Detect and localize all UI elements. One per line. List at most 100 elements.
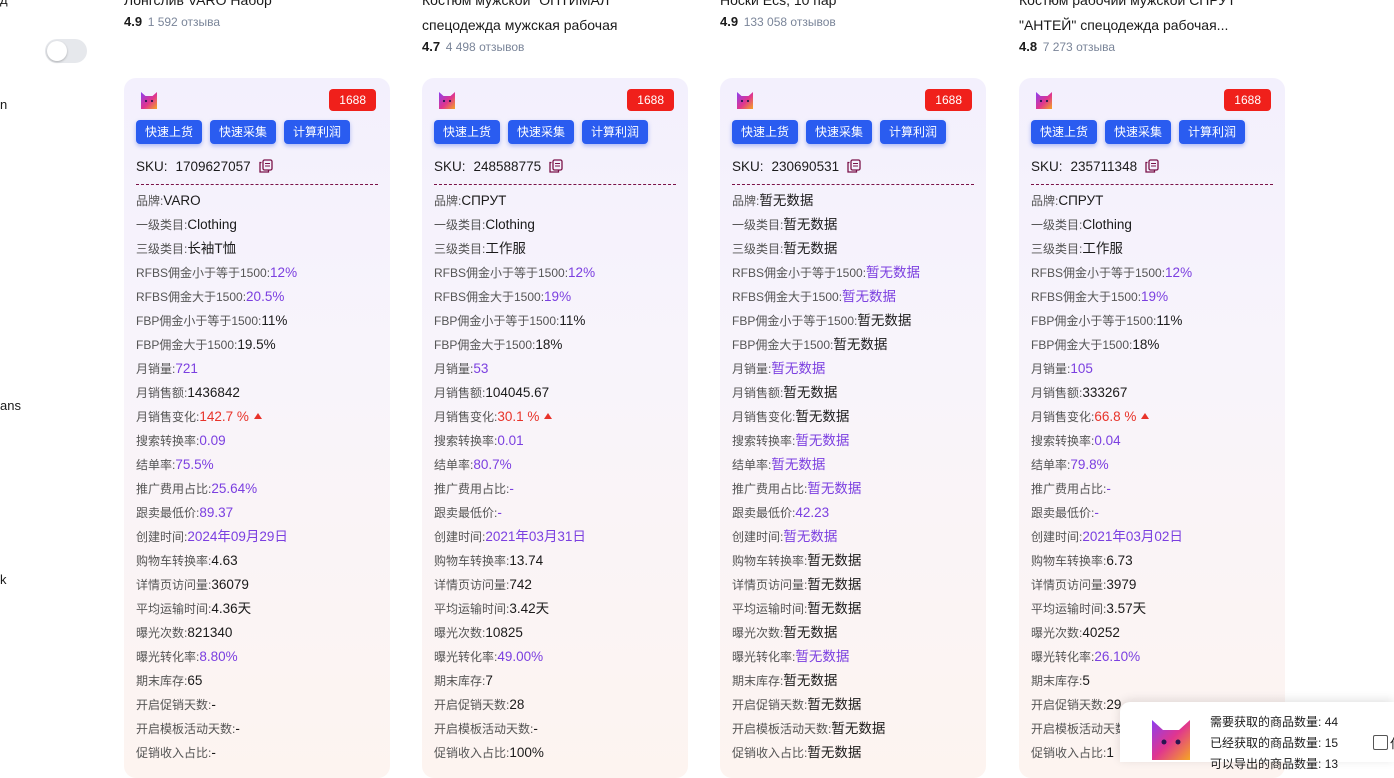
metric-row: 搜索转换率:暂无数据 — [732, 430, 978, 454]
metric-row: 月销量:暂无数据 — [732, 358, 978, 382]
metric-row: 搜索转换率:0.09 — [136, 430, 382, 454]
metric-row: 购物车转换率:4.63 — [136, 550, 382, 574]
metric-value: 19% — [1141, 289, 1169, 304]
quick-upload-button[interactable]: 快速上货 — [1031, 120, 1098, 144]
copy-icon[interactable] — [258, 159, 273, 173]
metric-label: 月销售变化: — [136, 410, 200, 424]
source-1688-badge[interactable]: 1688 — [925, 89, 972, 111]
fetch-stats: 需要获取的商品数量: 44 已经获取的商品数量: 15 可以导出的商品数量: 1… — [1210, 712, 1338, 775]
sidebar-toggle-switch[interactable] — [45, 39, 87, 63]
review-count[interactable]: 133 058 отзывов — [744, 15, 836, 29]
metric-value: 0.04 — [1094, 433, 1121, 448]
metric-row: 平均运输时间:4.36天 — [136, 598, 382, 622]
got-count-row: 已经获取的商品数量: 15 — [1210, 733, 1338, 754]
metric-label: 开启促销天数: — [1031, 698, 1107, 712]
copy-icon[interactable] — [549, 159, 563, 173]
metric-label: FBP佣金小于等于1500: — [1031, 314, 1157, 328]
product-title[interactable]: Костюм мужской "ОПТИМАЛ" спецодежда мужс… — [422, 0, 692, 38]
review-count[interactable]: 1 592 отзыва — [148, 15, 220, 29]
filter-checkbox-label[interactable]: 仅 — [1390, 733, 1394, 752]
metric-value: 2024年09月29日 — [187, 529, 288, 544]
quick-collect-button[interactable]: 快速采集 — [1105, 120, 1172, 144]
metric-label: 月销售变化: — [732, 410, 796, 424]
quick-collect-button[interactable]: 快速采集 — [806, 120, 873, 144]
quick-collect-button[interactable]: 快速采集 — [508, 120, 575, 144]
metric-row: 结单率:80.7% — [434, 454, 680, 478]
metric-value: 42.23 — [795, 505, 830, 520]
metric-label: 开启模板活动天数: — [434, 722, 534, 736]
metric-label: RFBS佣金大于1500: — [732, 290, 843, 304]
metric-row: FBP佣金小于等于1500:11% — [1031, 310, 1277, 334]
metric-label: RFBS佣金小于等于1500: — [1031, 266, 1166, 280]
sidebar-fragment[interactable]: k — [0, 572, 7, 587]
metric-row: 曝光转化率:26.10% — [1031, 646, 1277, 670]
calc-profit-button[interactable]: 计算利润 — [582, 120, 649, 144]
metric-label: FBP佣金小于等于1500: — [136, 314, 262, 328]
sidebar-fragment[interactable]: д — [0, 0, 8, 7]
metric-label: 推广费用占比: — [732, 482, 808, 496]
metric-label: 曝光转化率: — [732, 650, 796, 664]
metric-row: 结单率:79.8% — [1031, 454, 1277, 478]
metric-label: RFBS佣金小于等于1500: — [732, 266, 867, 280]
review-count[interactable]: 7 273 отзыва — [1043, 40, 1115, 54]
sidebar-fragment[interactable]: ans — [0, 398, 21, 413]
metric-value: 333267 — [1082, 385, 1128, 400]
metric-row: FBP佣金大于1500:18% — [1031, 334, 1277, 358]
fetch-progress-panel: 需要获取的商品数量: 44 已经获取的商品数量: 15 可以导出的商品数量: 1… — [1120, 702, 1394, 771]
metric-row: 三级类目:工作服 — [1031, 238, 1277, 262]
metric-row: 促销收入占比:- — [136, 742, 382, 766]
metric-label: FBP佣金小于等于1500: — [732, 314, 858, 328]
product-rating: 4.9 1 592 отзыва — [124, 14, 394, 29]
metric-row: 品牌:暂无数据 — [732, 190, 978, 214]
source-1688-badge[interactable]: 1688 — [329, 89, 376, 111]
metric-label: 搜索转换率: — [732, 434, 796, 448]
calc-profit-button[interactable]: 计算利润 — [284, 120, 351, 144]
metric-value: 暂无数据 — [771, 457, 826, 472]
quick-upload-button[interactable]: 快速上货 — [434, 120, 501, 144]
copy-icon[interactable] — [847, 159, 861, 173]
metric-label: 期末库存: — [136, 674, 188, 688]
metric-label: 详情页访问量: — [1031, 578, 1107, 592]
metric-value: 暂无数据 — [831, 721, 886, 736]
metric-value: 暂无数据 — [783, 673, 838, 688]
calc-profit-button[interactable]: 计算利润 — [880, 120, 947, 144]
product-header: Лонгслив VARO Набор 4.9 1 592 отзыва — [124, 0, 394, 29]
metric-value: 7 — [485, 673, 493, 688]
metric-value: 12% — [568, 265, 596, 280]
quick-upload-button[interactable]: 快速上货 — [732, 120, 799, 144]
metric-label: 期末库存: — [732, 674, 784, 688]
metric-value: 暂无数据 — [833, 337, 888, 352]
metric-label: 月销量: — [136, 362, 176, 376]
sidebar-fragment[interactable]: n — [0, 97, 7, 112]
metric-label: 搜索转换率: — [434, 434, 498, 448]
quick-collect-button[interactable]: 快速采集 — [210, 120, 277, 144]
metric-row: 搜索转换率:0.04 — [1031, 430, 1277, 454]
metric-value: 暂无数据 — [866, 265, 921, 280]
product-title[interactable]: Лонгслив VARO Набор — [124, 0, 394, 13]
review-count[interactable]: 4 498 отзывов — [446, 40, 525, 54]
product-header: Костюм мужской "ОПТИМАЛ" спецодежда мужс… — [422, 0, 692, 54]
source-1688-badge[interactable]: 1688 — [1224, 89, 1271, 111]
product-title[interactable]: Костюм рабочий мужской СПРУТ "АНТЕЙ" спе… — [1019, 0, 1289, 38]
copy-icon[interactable] — [1145, 159, 1159, 173]
product-rating: 4.8 7 273 отзыва — [1019, 39, 1289, 54]
metric-value: 821340 — [187, 625, 233, 640]
quick-upload-button[interactable]: 快速上货 — [136, 120, 203, 144]
metric-value: Clothing — [485, 217, 535, 232]
metric-row: 开启模板活动天数:暂无数据 — [732, 718, 978, 742]
metric-value: 66.8 % — [1094, 409, 1137, 424]
metric-value: 0.09 — [199, 433, 226, 448]
calc-profit-button[interactable]: 计算利润 — [1179, 120, 1246, 144]
metric-label: 曝光次数: — [732, 626, 784, 640]
product-header: Носки Ecs, 10 пар 4.9 133 058 отзывов — [720, 0, 990, 29]
metric-row: 曝光次数:40252 — [1031, 622, 1277, 646]
metric-label: 曝光转化率: — [434, 650, 498, 664]
metric-row: 曝光次数:821340 — [136, 622, 382, 646]
product-title[interactable]: Носки Ecs, 10 пар — [720, 0, 990, 13]
filter-checkbox[interactable] — [1373, 735, 1388, 750]
metric-label: 月销售额: — [1031, 386, 1083, 400]
source-1688-badge[interactable]: 1688 — [627, 89, 674, 111]
metric-label: FBP佣金大于1500: — [732, 338, 834, 352]
metric-row: 平均运输时间:3.42天 — [434, 598, 680, 622]
metric-label: 期末库存: — [434, 674, 486, 688]
